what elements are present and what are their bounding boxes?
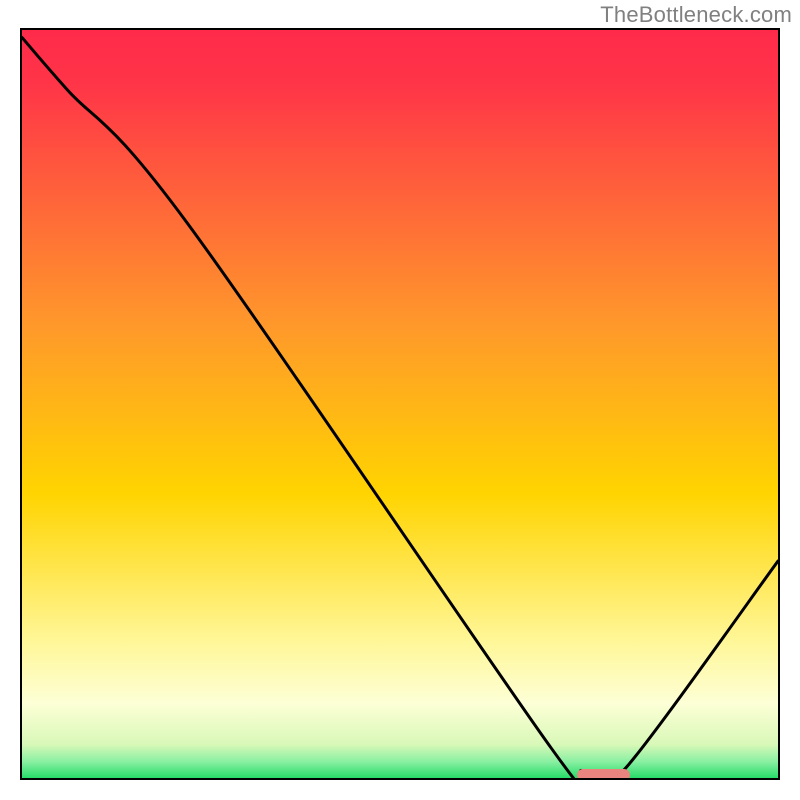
plot-area [20, 28, 780, 780]
bottleneck-curve [22, 30, 778, 778]
watermark-text: TheBottleneck.com [600, 2, 792, 28]
chart-stage: TheBottleneck.com [0, 0, 800, 800]
optimal-range-marker [577, 769, 630, 781]
